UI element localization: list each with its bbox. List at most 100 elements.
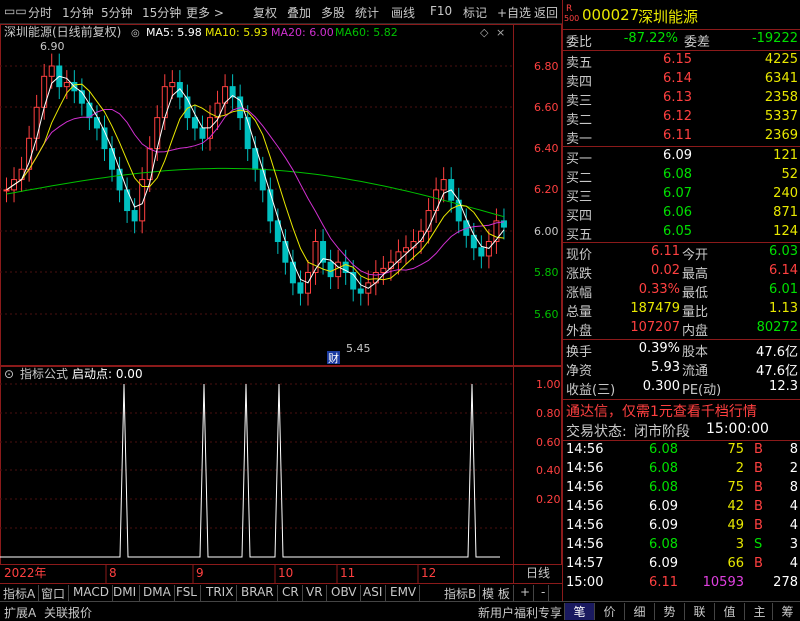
quote-stat-row[interactable]: 现价 6.11 今开 6.03 — [562, 244, 800, 264]
tab-obv[interactable]: OBV — [328, 585, 361, 601]
diamond-icon[interactable]: ◇ — [480, 26, 489, 39]
tick-time: 14:56 — [566, 461, 604, 476]
tick-volume: 75 — [727, 442, 744, 457]
tick-volume: 10593 — [702, 575, 744, 590]
quote-stat-row[interactable]: 换手 0.39% 股本 47.6亿 — [562, 341, 800, 361]
divider — [562, 50, 800, 51]
promo-text[interactable]: 通达信，仅需1元查看千档行情 — [566, 401, 757, 421]
draw-line-button[interactable]: 画线 — [391, 4, 415, 21]
buy-level-price: 6.09 — [663, 148, 692, 163]
tab-vr[interactable]: VR — [303, 585, 327, 601]
tab-fenshi[interactable]: 分时 — [28, 4, 52, 21]
quote-stat-row[interactable]: 涨幅 0.33% 最低 6.01 — [562, 282, 800, 302]
tab-macd[interactable]: MACD — [70, 585, 113, 601]
stats-button[interactable]: 统计 — [355, 4, 379, 21]
tick-row[interactable]: 14:56 6.09 49 B 4 — [562, 518, 800, 538]
side-tab-bi[interactable]: 笔 — [564, 603, 594, 620]
candle-body — [493, 220, 500, 243]
divider — [562, 399, 800, 400]
tab-1min[interactable]: 1分钟 — [62, 4, 94, 21]
sell-level-volume: 4225 — [764, 52, 798, 67]
multi-stock-button[interactable]: 多股 — [321, 4, 345, 21]
tick-row[interactable]: 14:56 6.09 42 B 4 — [562, 499, 800, 519]
tick-time: 14:56 — [566, 499, 604, 514]
tab-indicator-a[interactable]: 指标A — [0, 585, 40, 601]
tick-row[interactable]: 14:56 6.08 75 B 8 — [562, 442, 800, 462]
buy-level-row[interactable]: 买一 6.09 121 — [562, 148, 800, 168]
tick-time: 14:56 — [566, 480, 604, 495]
sell-level-row[interactable]: 卖一 6.11 2369 — [562, 128, 800, 148]
buy-level-price: 6.07 — [663, 186, 692, 201]
promo-row[interactable]: 通达信，仅需1元查看千档行情 — [562, 401, 800, 421]
tab-trix[interactable]: TRIX — [203, 585, 238, 601]
tab-cr[interactable]: CR — [279, 585, 303, 601]
tab-template[interactable]: 模 板 — [479, 585, 514, 601]
indicator-toggle-icon[interactable]: ⊙ — [4, 367, 14, 381]
buy-level-row[interactable]: 买四 6.06 871 — [562, 205, 800, 225]
legend-toggle-icon[interactable]: ◎ — [131, 28, 140, 39]
zoom-in-button[interactable]: + — [517, 585, 535, 601]
stat-label: PE(动) — [682, 383, 722, 398]
tick-count: 4 — [789, 518, 798, 533]
sell-level-row[interactable]: 卖三 6.13 2358 — [562, 90, 800, 110]
tab-dma[interactable]: DMA — [140, 585, 175, 601]
overlay-button[interactable]: 叠加 — [287, 4, 311, 21]
mark-button[interactable]: 标记 — [463, 4, 487, 21]
sell-level-row[interactable]: 卖四 6.14 6341 — [562, 71, 800, 91]
new-user-promo[interactable]: 新用户福利专享 — [478, 604, 562, 621]
trade-status-row: 交易状态: 闭市阶段 15:00:00 — [562, 421, 800, 441]
side-tab-zhu[interactable]: 主 — [744, 603, 774, 620]
buy-level-row[interactable]: 买三 6.07 240 — [562, 186, 800, 206]
quote-stat-row[interactable]: 总量 187479 量比 1.13 — [562, 301, 800, 321]
buy-level-row[interactable]: 买五 6.05 124 — [562, 224, 800, 244]
stat-value: 47.6亿 — [756, 364, 798, 379]
tick-price: 6.09 — [649, 499, 678, 514]
tab-more[interactable]: 更多 > — [186, 4, 224, 21]
sell-level-row[interactable]: 卖二 6.12 5337 — [562, 109, 800, 129]
side-tab-chou[interactable]: 筹 — [772, 603, 800, 620]
tab-asi[interactable]: ASI — [360, 585, 387, 601]
tab-fsl[interactable]: FSL — [173, 585, 201, 601]
side-tab-shi[interactable]: 势 — [654, 603, 684, 620]
f10-button[interactable]: F10 — [430, 4, 452, 18]
date-ticks — [105, 565, 419, 583]
related-quote-button[interactable]: 关联报价 — [44, 604, 92, 621]
add-watchlist-button[interactable]: +自选 — [497, 4, 531, 21]
buy-level-row[interactable]: 买二 6.08 52 — [562, 167, 800, 187]
tab-emv[interactable]: EMV — [387, 585, 421, 601]
finance-marker-label: 财 — [328, 351, 339, 365]
side-tab-xi[interactable]: 细 — [624, 603, 654, 620]
tab-dmi[interactable]: DMI — [110, 585, 141, 601]
svg-text:6.00: 6.00 — [534, 225, 559, 238]
tick-row[interactable]: 14:57 6.09 66 B 4 — [562, 556, 800, 576]
fuquan-button[interactable]: 复权 — [253, 4, 277, 21]
tab-15min[interactable]: 15分钟 — [142, 4, 181, 21]
tick-row[interactable]: 14:56 6.08 2 B 2 — [562, 461, 800, 481]
back-button[interactable]: 返回 — [534, 4, 558, 21]
quote-stat-row[interactable]: 涨跌 0.02 最高 6.14 — [562, 263, 800, 283]
tick-direction: B — [754, 518, 763, 533]
candle-body — [86, 102, 93, 119]
quote-stat-row[interactable]: 外盘 107207 内盘 80272 — [562, 320, 800, 340]
tab-5min[interactable]: 5分钟 — [101, 4, 133, 21]
kline-chart[interactable]: 深圳能源(日线前复权) ◎ MA5: 5.98 MA10: 5.93 MA20:… — [0, 24, 562, 583]
side-tab-lian[interactable]: 联 — [684, 603, 714, 620]
close-icon[interactable]: × — [496, 26, 505, 39]
expand-a-button[interactable]: 扩展A — [4, 604, 36, 621]
tick-count: 8 — [789, 480, 798, 495]
side-tab-jia[interactable]: 价 — [594, 603, 624, 620]
tab-window[interactable]: 窗口 — [38, 585, 70, 601]
stat-value: 6.11 — [651, 244, 680, 259]
tick-row[interactable]: 15:00 6.11 10593 278 — [562, 575, 800, 595]
tick-row[interactable]: 14:56 6.08 3 S 3 — [562, 537, 800, 557]
tab-brar[interactable]: BRAR — [238, 585, 278, 601]
side-tab-zhi[interactable]: 值 — [714, 603, 744, 620]
period-label[interactable]: 日线 — [526, 566, 550, 580]
zoom-out-button[interactable]: - — [538, 585, 550, 601]
quote-stat-row[interactable]: 净资 5.93 流通 47.6亿 — [562, 360, 800, 380]
candle-body — [357, 288, 364, 294]
tab-indicator-b[interactable]: 指标B — [441, 585, 481, 601]
tick-row[interactable]: 14:56 6.08 75 B 8 — [562, 480, 800, 500]
sell-level-row[interactable]: 卖五 6.15 4225 — [562, 52, 800, 72]
quote-stat-row[interactable]: 收益(三) 0.300 PE(动) 12.3 — [562, 379, 800, 399]
